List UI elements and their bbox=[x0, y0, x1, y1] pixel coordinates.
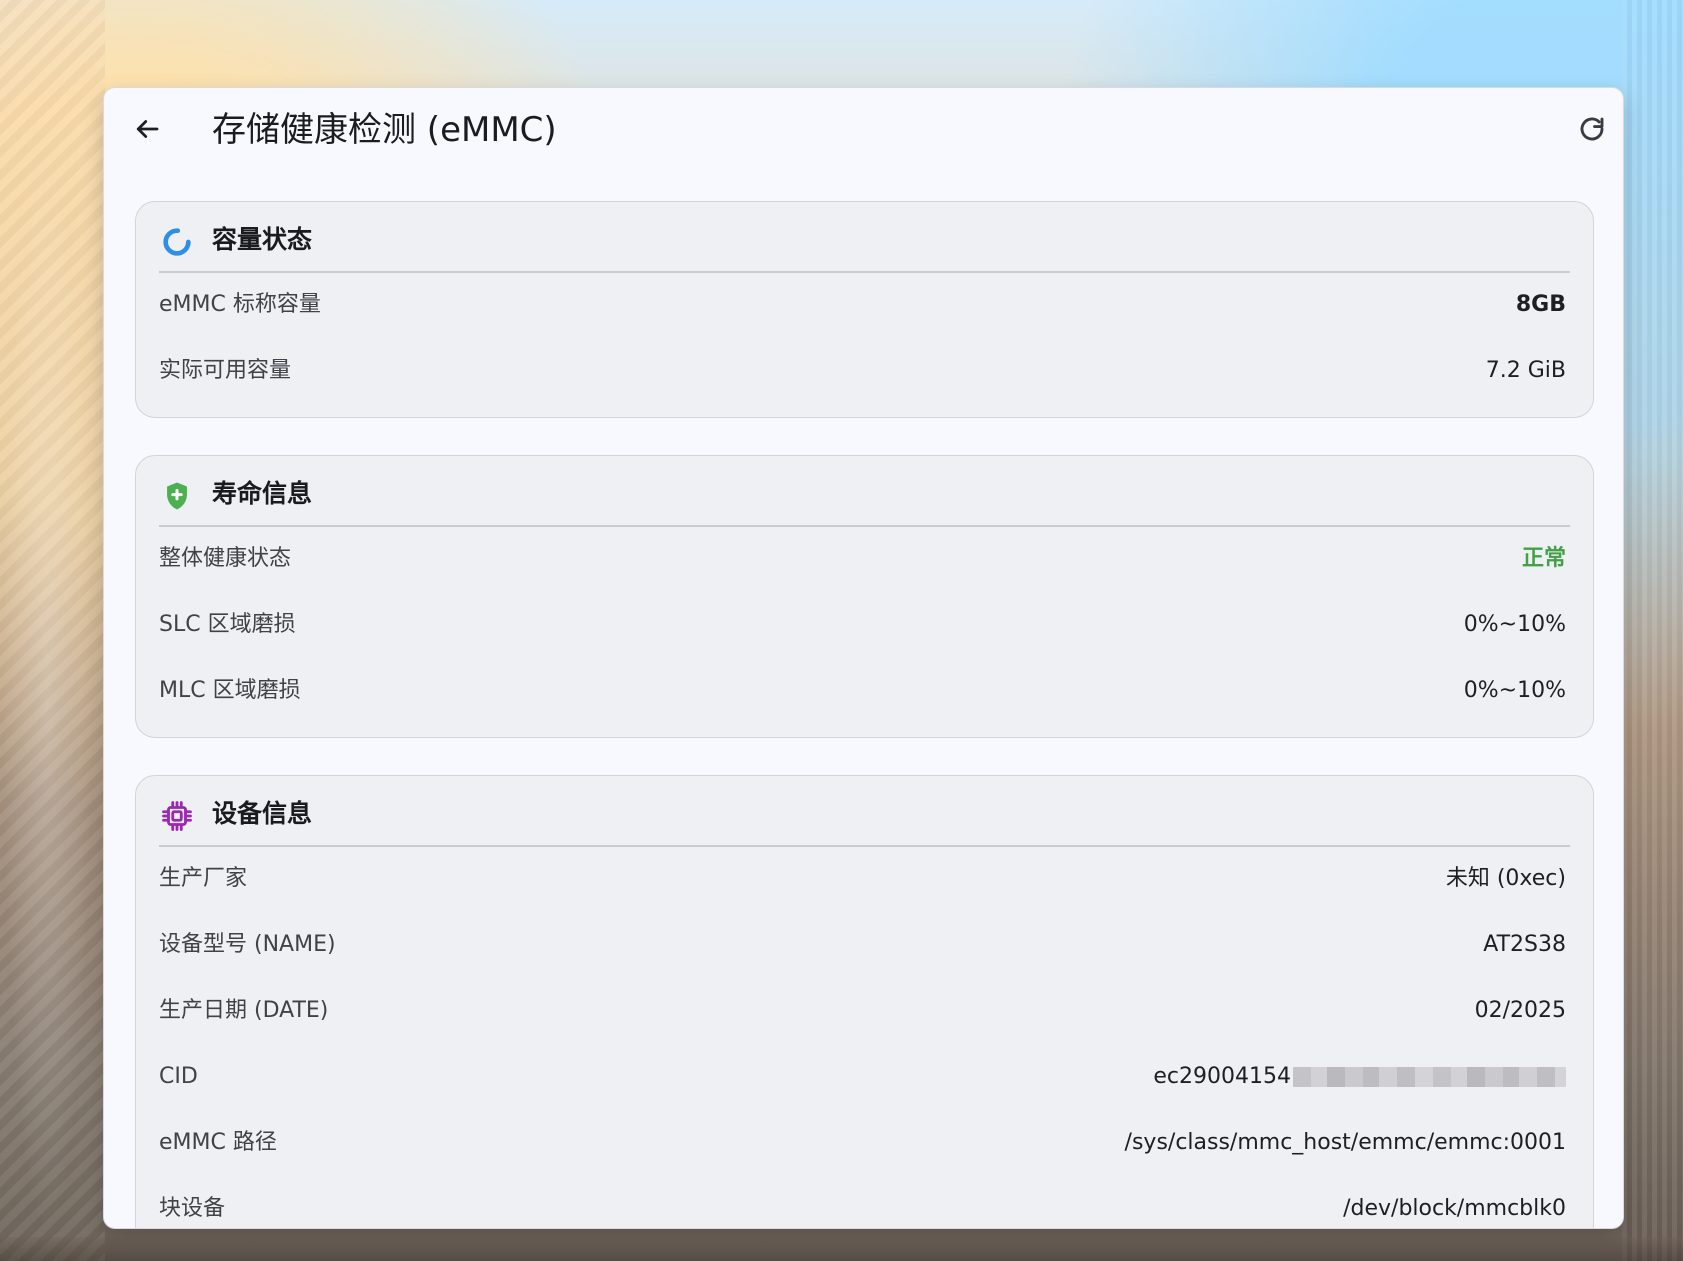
device-model-value: AT2S38 bbox=[1483, 932, 1566, 957]
cid-label: CID bbox=[159, 1064, 198, 1089]
cid-redacted-mask bbox=[1293, 1067, 1566, 1087]
life-card: 寿命信息 整体健康状态 正常 SLC 区域磨损 0%~10% MLC 区域磨损 … bbox=[135, 455, 1594, 738]
life-section-title: 寿命信息 bbox=[212, 479, 313, 508]
page-title: 存储健康检测 (eMMC) bbox=[212, 110, 557, 150]
available-capacity-label: 实际可用容量 bbox=[159, 358, 292, 383]
capacity-row-nominal: eMMC 标称容量 8GB bbox=[159, 273, 1570, 339]
slc-wear-value: 0%~10% bbox=[1463, 612, 1566, 637]
manufacturer-value: 未知 (0xec) bbox=[1445, 866, 1566, 891]
overall-health-label: 整体健康状态 bbox=[159, 546, 292, 571]
mlc-wear-value: 0%~10% bbox=[1463, 678, 1566, 703]
manufacture-date-label: 生产日期 (DATE) bbox=[159, 998, 329, 1023]
device-rows: 生产厂家 未知 (0xec) 设备型号 (NAME) AT2S38 生产日期 (… bbox=[136, 847, 1593, 1228]
device-row-date: 生产日期 (DATE) 02/2025 bbox=[159, 979, 1570, 1045]
nominal-capacity-label: eMMC 标称容量 bbox=[159, 292, 321, 317]
capacity-ring-icon bbox=[159, 224, 195, 260]
capacity-card-header: 容量状态 bbox=[159, 202, 1570, 273]
device-row-block: 块设备 /dev/block/mmcblk0 bbox=[159, 1177, 1570, 1228]
available-capacity-value: 7.2 GiB bbox=[1485, 358, 1566, 383]
capacity-row-available: 实际可用容量 7.2 GiB bbox=[159, 339, 1570, 405]
emmc-path-label: eMMC 路径 bbox=[159, 1130, 277, 1155]
refresh-button[interactable] bbox=[1571, 110, 1613, 152]
cid-value-wrap: ec29004154 bbox=[1153, 1062, 1566, 1092]
back-button[interactable] bbox=[126, 110, 168, 152]
device-row-manufacturer: 生产厂家 未知 (0xec) bbox=[159, 847, 1570, 913]
capacity-rows: eMMC 标称容量 8GB 实际可用容量 7.2 GiB bbox=[136, 273, 1593, 405]
device-row-cid: CID ec29004154 bbox=[159, 1045, 1570, 1111]
life-row-mlc: MLC 区域磨损 0%~10% bbox=[159, 659, 1570, 725]
nominal-capacity-value: 8GB bbox=[1515, 292, 1566, 317]
device-section-title: 设备信息 bbox=[212, 799, 313, 828]
device-card: 设备信息 生产厂家 未知 (0xec) 设备型号 (NAME) AT2S38 生… bbox=[135, 775, 1594, 1228]
block-device-value: /dev/block/mmcblk0 bbox=[1343, 1196, 1566, 1221]
device-row-model: 设备型号 (NAME) AT2S38 bbox=[159, 913, 1570, 979]
background-left bbox=[0, 0, 105, 1261]
cid-value: ec29004154 bbox=[1153, 1062, 1566, 1092]
manufacturer-label: 生产厂家 bbox=[159, 866, 248, 891]
life-rows: 整体健康状态 正常 SLC 区域磨损 0%~10% MLC 区域磨损 0%~10… bbox=[136, 527, 1593, 725]
background-bottom bbox=[0, 1237, 1683, 1261]
capacity-section-title: 容量状态 bbox=[212, 225, 313, 254]
storage-health-dialog: 存储健康检测 (eMMC) 容量状态 eMMC 标称容量 8GB 实际可用容量 … bbox=[103, 87, 1624, 1229]
shield-plus-icon bbox=[159, 478, 195, 514]
capacity-card: 容量状态 eMMC 标称容量 8GB 实际可用容量 7.2 GiB bbox=[135, 201, 1594, 418]
device-model-label: 设备型号 (NAME) bbox=[159, 932, 336, 957]
manufacture-date-value: 02/2025 bbox=[1474, 998, 1566, 1023]
slc-wear-label: SLC 区域磨损 bbox=[159, 612, 296, 637]
emmc-path-value: /sys/class/mmc_host/emmc/emmc:0001 bbox=[1124, 1130, 1566, 1155]
life-row-slc: SLC 区域磨损 0%~10% bbox=[159, 593, 1570, 659]
device-card-header: 设备信息 bbox=[159, 776, 1570, 847]
top-app-bar: 存储健康检测 (eMMC) bbox=[104, 88, 1623, 174]
refresh-icon bbox=[1577, 114, 1607, 148]
device-row-path: eMMC 路径 /sys/class/mmc_host/emmc/emmc:00… bbox=[159, 1111, 1570, 1177]
cid-visible-text: ec29004154 bbox=[1153, 1064, 1291, 1089]
chip-icon bbox=[159, 798, 195, 834]
block-device-label: 块设备 bbox=[159, 1196, 226, 1221]
arrow-left-icon bbox=[132, 114, 162, 148]
life-card-header: 寿命信息 bbox=[159, 456, 1570, 527]
life-row-health: 整体健康状态 正常 bbox=[159, 527, 1570, 593]
background-right bbox=[1622, 0, 1683, 1261]
mlc-wear-label: MLC 区域磨损 bbox=[159, 678, 301, 703]
overall-health-value: 正常 bbox=[1521, 546, 1566, 571]
